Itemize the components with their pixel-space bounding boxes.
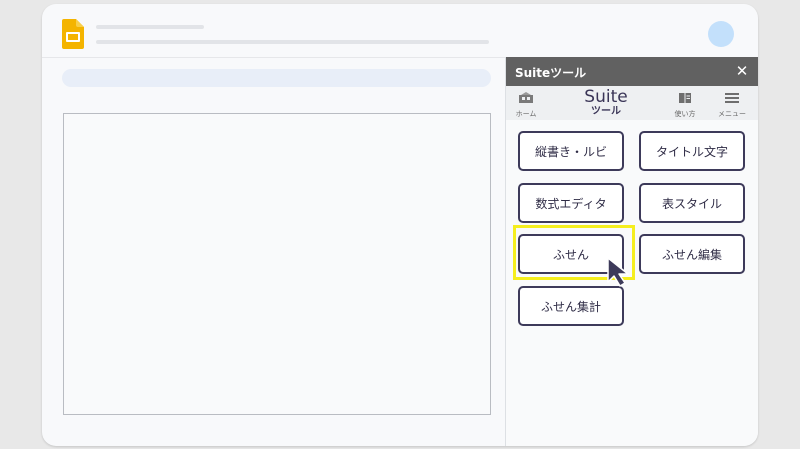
sticky-note-summary-button[interactable]: ふせん集計 [518, 286, 624, 326]
toolbar [62, 69, 491, 87]
nav-usage[interactable]: 使い方 [672, 89, 698, 119]
hamburger-menu-icon [725, 93, 739, 103]
nav-home-label: ホーム [515, 110, 537, 118]
table-style-button[interactable]: 表スタイル [639, 183, 745, 223]
nav-menu[interactable]: メニュー [717, 89, 747, 119]
book-icon [679, 93, 691, 103]
header-divider [42, 57, 506, 58]
sidebar-header: Suiteツール ✕ [506, 57, 758, 86]
google-slides-icon[interactable] [62, 19, 84, 49]
brand-main: Suite [584, 87, 628, 107]
vertical-ruby-button[interactable]: 縦書き・ルビ [518, 131, 624, 171]
equation-editor-button[interactable]: 数式エディタ [518, 183, 624, 223]
cursor-arrow-icon [607, 257, 629, 287]
nav-usage-label: 使い方 [674, 110, 696, 118]
suite-tool-sidebar: Suiteツール ✕ ホーム Suite ツール 使い方 メニュー 縦書き・ルビ… [505, 57, 758, 446]
slide-canvas[interactable] [63, 113, 491, 415]
app-window: Suiteツール ✕ ホーム Suite ツール 使い方 メニュー 縦書き・ルビ… [42, 4, 758, 446]
sidebar-nav: ホーム Suite ツール 使い方 メニュー [506, 86, 758, 120]
avatar[interactable] [708, 21, 734, 47]
nav-home[interactable]: ホーム [513, 89, 539, 119]
brand-sub: ツール [591, 106, 621, 117]
title-text-button[interactable]: タイトル文字 [639, 131, 745, 171]
nav-menu-label: メニュー [718, 110, 746, 118]
document-title-placeholder [96, 25, 204, 29]
close-icon[interactable]: ✕ [733, 61, 751, 81]
menu-bar-placeholder [96, 40, 489, 44]
suite-tool-logo: Suite ツール [582, 87, 630, 118]
sidebar-title: Suiteツール [515, 66, 587, 80]
sticky-note-edit-button[interactable]: ふせん編集 [639, 234, 745, 274]
home-icon [519, 92, 533, 103]
